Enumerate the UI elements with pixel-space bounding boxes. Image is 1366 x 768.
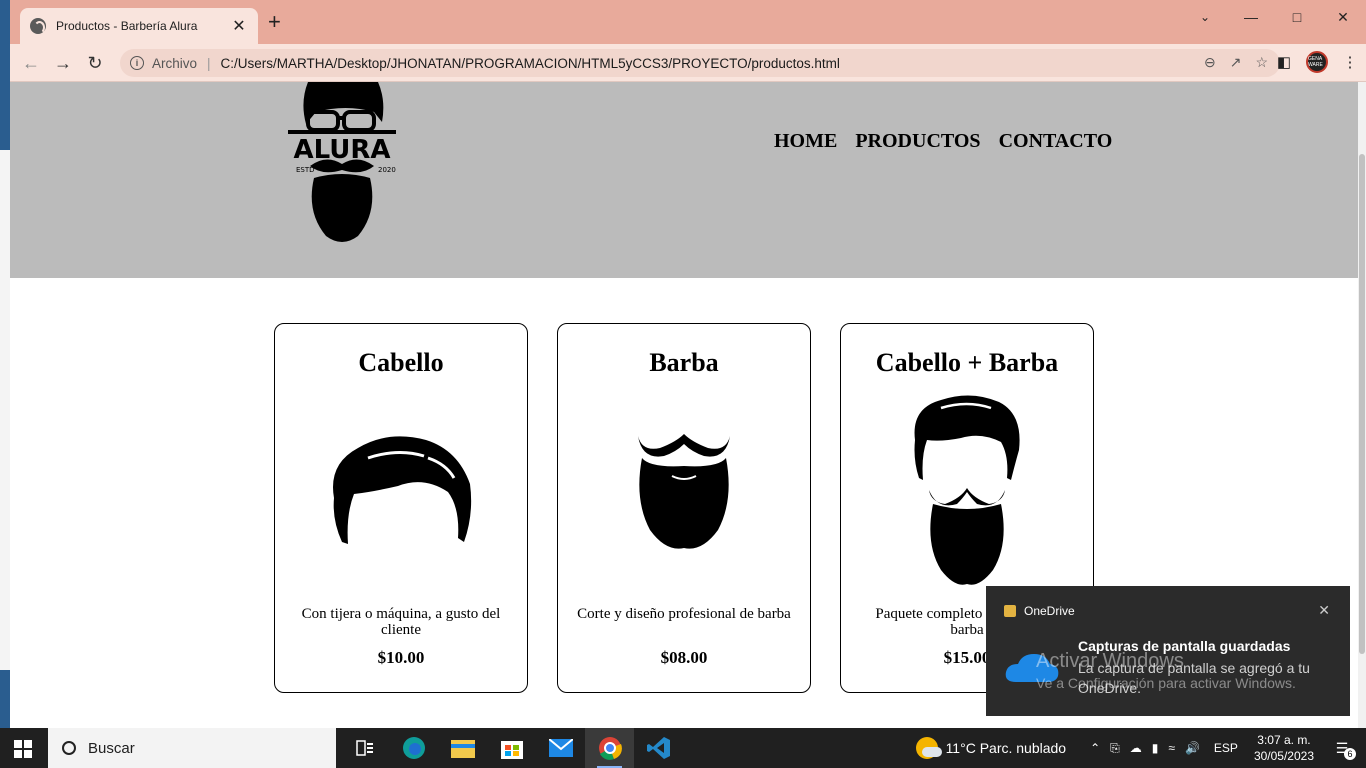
bookmark-star-icon[interactable]: ☆ [1255, 54, 1268, 71]
product-price: $08.00 [660, 648, 708, 667]
hair-icon [275, 434, 527, 546]
usb-icon[interactable]: ⎘ [1110, 741, 1120, 756]
share-icon[interactable]: ↗ [1230, 54, 1242, 71]
nav-contacto-link[interactable]: CONTACTO [999, 130, 1113, 153]
product-description: Corte y diseño profesional de barba [577, 606, 791, 622]
close-tab-icon[interactable]: ✕ [230, 16, 248, 36]
alura-logo[interactable]: ALURA ESTD 2020 [286, 82, 398, 244]
address-scheme-label: Archivo [152, 55, 198, 71]
language-indicator[interactable]: ESP [1214, 741, 1238, 755]
notification-center-icon[interactable]: ☰ 6 [1330, 736, 1356, 760]
side-panel-icon[interactable]: ◧ [1272, 50, 1296, 74]
product-card-cabello: Cabello Con tijera o máquina, a gusto de… [274, 323, 528, 693]
search-placeholder: Buscar [88, 739, 135, 757]
close-window-button[interactable]: ✕ [1320, 0, 1366, 34]
product-title: Cabello + Barba [875, 348, 1059, 377]
nav-productos-link[interactable]: PRODUCTOS [855, 130, 980, 153]
hair-beard-icon [841, 394, 1093, 586]
site-header: ALURA ESTD 2020 HOME PRODUCTOS CONTACTO [10, 82, 1358, 278]
globe-icon [30, 18, 46, 34]
back-button[interactable]: ← [18, 50, 44, 76]
chrome-browser-icon[interactable] [585, 728, 634, 768]
browser-toolbar: ← → ↻ i Archivo | C:/Users/MARTHA/Deskto… [10, 44, 1366, 82]
onedrive-app-icon [1004, 605, 1016, 617]
svg-text:2020: 2020 [378, 166, 396, 174]
windows-start-icon[interactable] [14, 740, 32, 758]
scrollbar-thumb[interactable] [1359, 154, 1365, 654]
volume-icon[interactable]: 🔊 [1185, 741, 1200, 756]
page-scrollbar[interactable] [1358, 82, 1366, 728]
product-price: $10.00 [377, 648, 425, 667]
notification-count-badge: 6 [1344, 748, 1356, 760]
logo-wordmark: ALURA [293, 135, 390, 165]
forward-button[interactable]: → [50, 50, 76, 76]
tab-title: Productos - Barbería Alura [56, 19, 198, 33]
wifi-icon[interactable]: ≈ [1168, 741, 1175, 756]
info-icon[interactable]: i [130, 56, 144, 70]
menu-kebab-icon[interactable]: ⋮ [1338, 50, 1362, 74]
new-tab-button[interactable]: + [268, 11, 281, 33]
address-bar[interactable]: i Archivo | C:/Users/MARTHA/Desktop/JHON… [120, 49, 1280, 77]
vscode-icon[interactable] [634, 728, 683, 768]
product-title: Barba [649, 348, 719, 377]
tab-productos[interactable]: Productos - Barbería Alura ✕ [20, 8, 258, 44]
minimize-button[interactable]: — [1228, 0, 1274, 34]
mail-icon[interactable] [536, 728, 585, 768]
product-title: Cabello [358, 348, 444, 377]
tab-search-chevron-icon[interactable]: ⌄ [1182, 0, 1228, 34]
nav-home-link[interactable]: HOME [774, 130, 837, 153]
address-url[interactable]: C:/Users/MARTHA/Desktop/JHONATAN/PROGRAM… [221, 56, 840, 71]
product-description: Con tijera o máquina, a gusto del client… [301, 606, 501, 638]
task-view-icon[interactable] [340, 728, 389, 768]
profile-avatar[interactable]: GENA WARE [1306, 51, 1328, 73]
desktop-background [0, 0, 10, 728]
tab-bar: Productos - Barbería Alura ✕ + ⌄ — □ ✕ [10, 0, 1366, 44]
main-nav: HOME PRODUCTOS CONTACTO [774, 130, 1112, 153]
taskbar-search-box[interactable]: Buscar [48, 728, 336, 768]
partly-cloudy-icon [915, 737, 942, 759]
reload-button[interactable]: ↻ [82, 50, 108, 76]
weather-widget[interactable]: 11°C Parc. nublado [915, 737, 1066, 759]
activate-windows-watermark: Activar Windows Ve a Configuración para … [1036, 650, 1296, 691]
edge-browser-icon[interactable] [389, 728, 438, 768]
chevron-up-icon[interactable]: ⌃ [1090, 741, 1100, 756]
toast-app-name: OneDrive [1024, 604, 1075, 618]
search-icon [62, 741, 76, 755]
onedrive-tray-icon[interactable]: ☁ [1130, 741, 1142, 756]
zoom-out-icon[interactable]: ⊖ [1204, 54, 1216, 71]
toast-close-button[interactable]: ✕ [1318, 602, 1330, 619]
product-card-barba: Barba Corte y diseño profesional de barb… [557, 323, 811, 693]
maximize-button[interactable]: □ [1274, 0, 1320, 34]
battery-icon[interactable]: ▮ [1152, 741, 1159, 756]
beard-icon [558, 430, 810, 552]
clock[interactable]: 3:07 a. m. 30/05/2023 [1254, 732, 1314, 764]
file-explorer-icon[interactable] [438, 728, 487, 768]
microsoft-store-icon[interactable] [487, 728, 536, 768]
taskbar: Buscar 11°C Parc. nublado ⌃ ⎘ ☁ ▮ ≈ 🔊 ES… [0, 728, 1366, 768]
